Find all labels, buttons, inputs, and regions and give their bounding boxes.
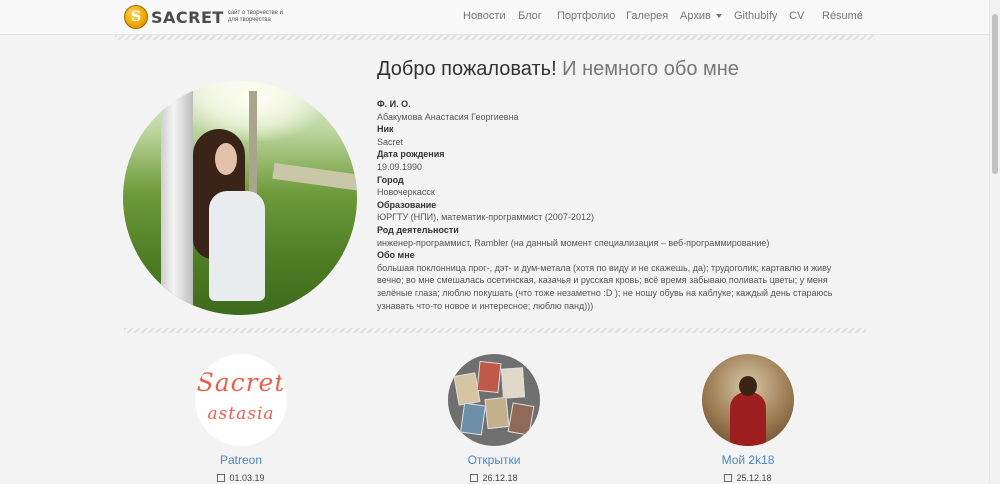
- nav-item-portfolio[interactable]: Портфолио: [557, 10, 616, 22]
- info-label-name: Ф. И. О.: [377, 99, 411, 109]
- card-patreon: Sacret astasia Patreon 01.03.19: [121, 354, 361, 483]
- middle-divider: [124, 328, 866, 333]
- card-postcards-date-text: 26.12.18: [482, 473, 518, 483]
- site-logo[interactable]: S SACRET сайт о творчестве и для творчес…: [124, 4, 286, 30]
- nav-item-gallery[interactable]: Галерея: [626, 10, 668, 22]
- nav-item-news[interactable]: Новости: [463, 10, 506, 22]
- info-label-occupation: Род деятельности: [377, 224, 459, 235]
- card-my-2k18-date-text: 25.12.18: [736, 473, 772, 483]
- caret-down-icon: [715, 14, 722, 19]
- card-patreon-date-text: 01.03.19: [229, 473, 265, 483]
- nav-item-cv[interactable]: CV: [789, 10, 804, 22]
- page-title: Добро пожаловать! И немного обо мне: [377, 58, 739, 81]
- info-label-birthdate: Дата рождения: [377, 149, 445, 160]
- info-value-about: большая поклонница прог-, дэт- и дум-мет…: [377, 262, 833, 311]
- nav-item-blog[interactable]: Блог: [518, 10, 542, 22]
- scrollbar-thumb[interactable]: [992, 14, 998, 174]
- info-value-birthdate: 19.09.1990: [377, 161, 423, 172]
- page-title-main: Добро пожаловать!: [377, 58, 557, 80]
- card-my-2k18-thumbnail[interactable]: [702, 354, 794, 446]
- profile-photo: [123, 81, 357, 315]
- top-divider: [115, 35, 875, 40]
- page-scrollbar[interactable]: [989, 0, 1000, 484]
- nav-item-archive[interactable]: Архив: [680, 10, 722, 22]
- thumb-patreon-text-2: astasia: [207, 404, 275, 424]
- card-patreon-thumbnail[interactable]: Sacret astasia: [195, 354, 287, 446]
- card-postcards-date: 26.12.18: [374, 473, 614, 483]
- card-postcards: Открытки 26.12.18: [374, 354, 614, 483]
- thumb-patreon-text-1: Sacret: [196, 368, 286, 397]
- card-postcards-title[interactable]: Открытки: [374, 453, 614, 467]
- info-label-education: Образование: [377, 199, 437, 210]
- calendar-icon: [724, 474, 733, 482]
- navbar: S SACRET сайт о творчестве и для творчес…: [0, 0, 990, 35]
- card-my-2k18-date: 25.12.18: [628, 473, 868, 483]
- card-my-2k18: Мой 2k18 25.12.18: [628, 354, 868, 483]
- logo-text: SACRET: [151, 7, 224, 27]
- card-patreon-title[interactable]: Patreon: [121, 453, 361, 467]
- nav-item-githubify[interactable]: Githubify: [734, 10, 777, 22]
- info-value-city: Новочеркасск: [377, 187, 435, 198]
- logo-tagline: сайт о творчестве и для творчества: [227, 10, 284, 23]
- info-label-about: Обо мне: [377, 250, 415, 261]
- card-patreon-date: 01.03.19: [121, 473, 361, 483]
- calendar-icon: [217, 474, 226, 482]
- info-value-nick: Sacret: [377, 136, 404, 147]
- info-label-city: Город: [377, 174, 404, 185]
- logo-coin-icon: S: [124, 5, 148, 29]
- nav-item-resume[interactable]: Résumé: [822, 10, 863, 22]
- nav-item-archive-label: Архив: [680, 10, 711, 22]
- info-label-nick: Ник: [377, 124, 394, 135]
- card-my-2k18-title[interactable]: Мой 2k18: [628, 453, 868, 467]
- calendar-icon: [470, 474, 479, 482]
- info-value-education: ЮРГТУ (НПИ), математик-программист (2007…: [377, 212, 594, 223]
- profile-info: Ф. И. О. Абакумова Анастасия Георгиевна …: [377, 98, 847, 312]
- info-value-name: Абакумова Анастасия Георгиевна: [377, 111, 519, 122]
- card-postcards-thumbnail[interactable]: [448, 354, 540, 446]
- info-value-occupation: инженер-программист, Rambler (на данный …: [377, 237, 770, 248]
- page-title-sub: И немного обо мне: [556, 58, 739, 80]
